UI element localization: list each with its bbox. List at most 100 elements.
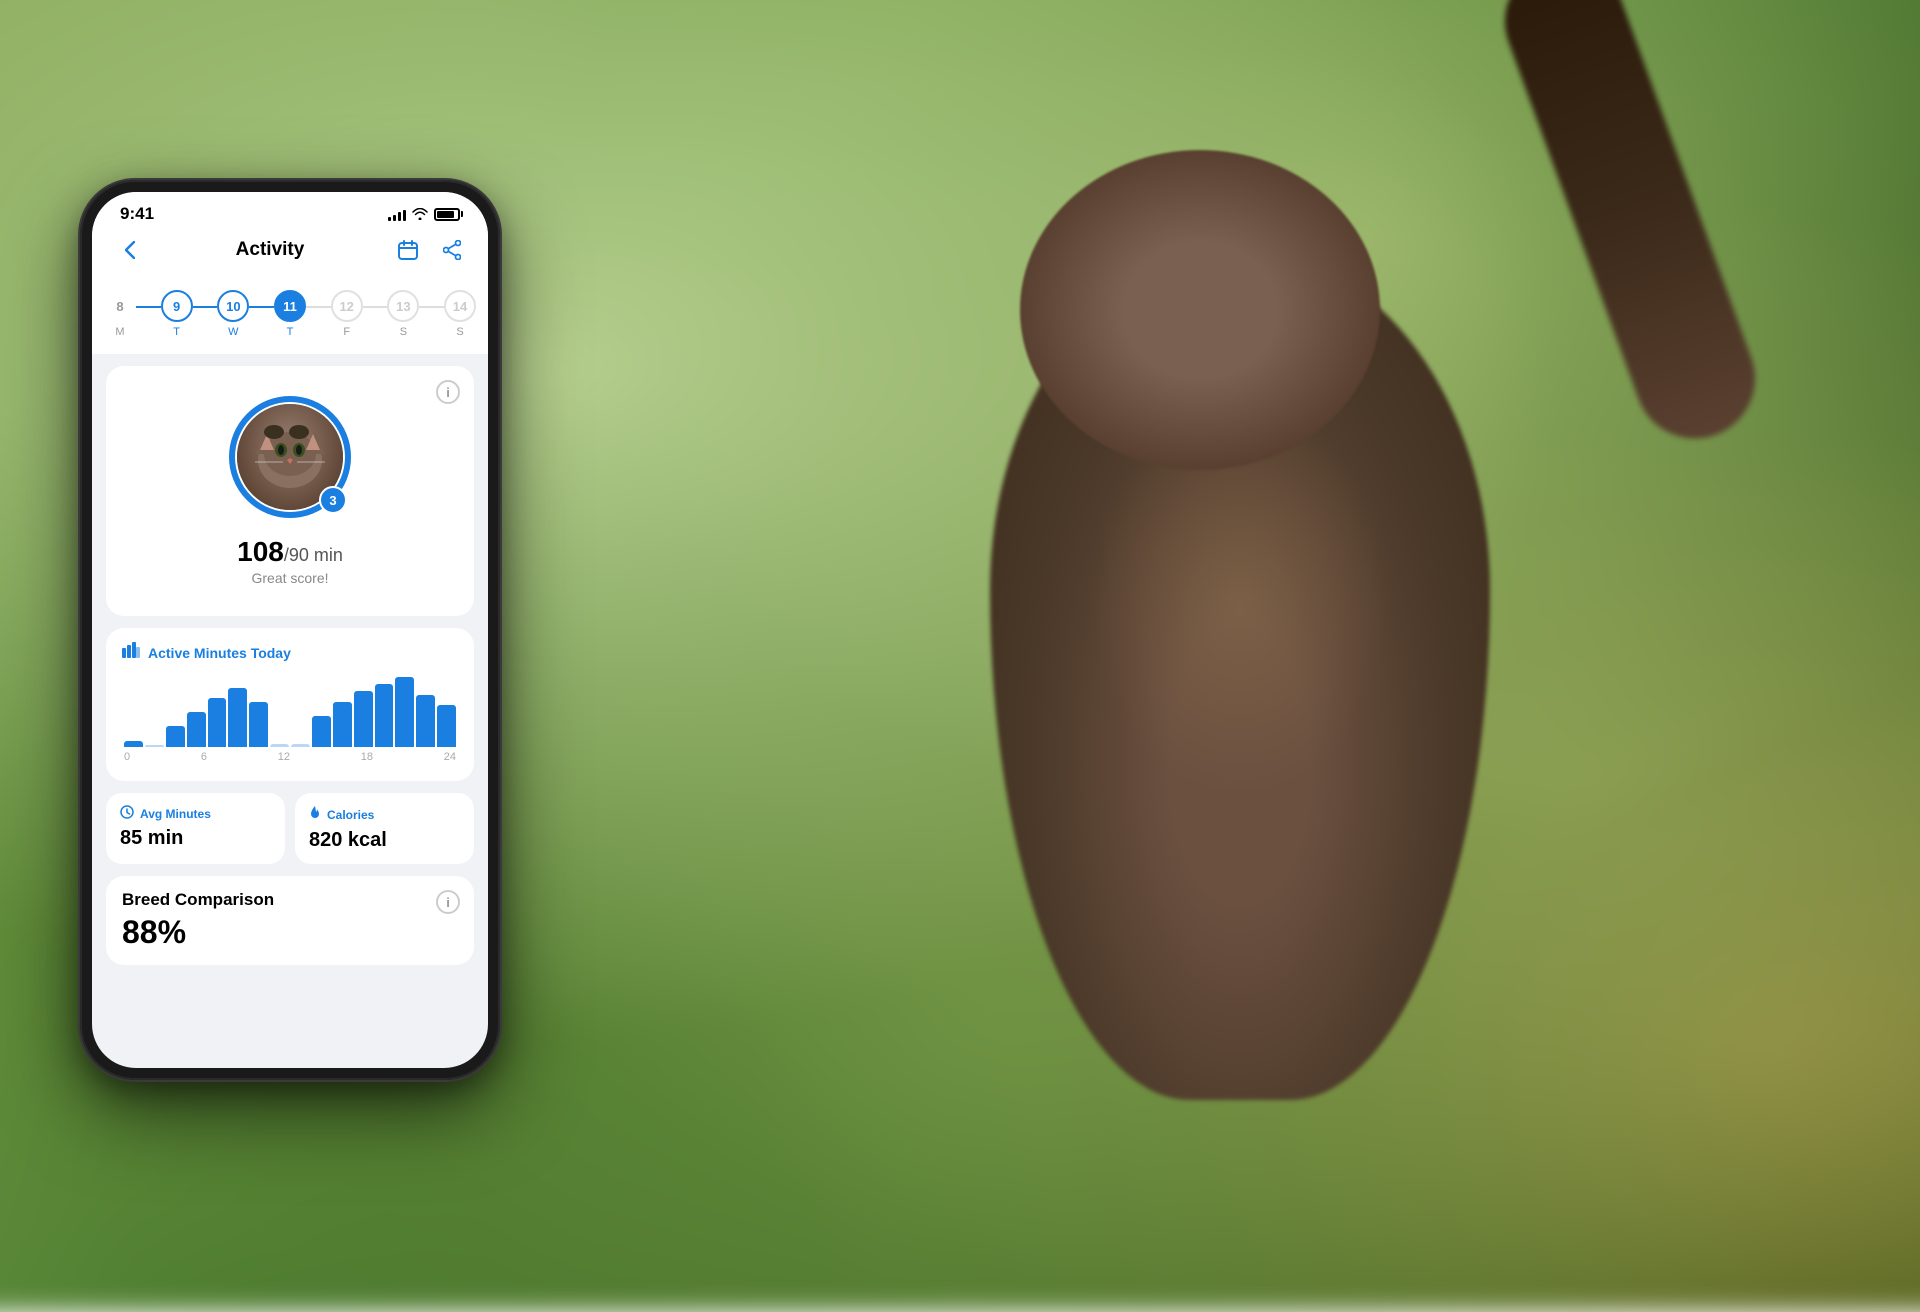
signal-bar-1 <box>388 217 391 221</box>
day-label-8: M <box>115 326 124 338</box>
content-area: i <box>92 354 488 965</box>
signal-bars-icon <box>388 207 406 221</box>
chart-label-18: 18 <box>361 751 373 763</box>
chart-label-24: 24 <box>444 751 456 763</box>
connector-2 <box>193 306 218 308</box>
bar-0 <box>124 741 143 747</box>
activity-badge: 3 <box>319 486 347 514</box>
wifi-icon <box>412 208 428 220</box>
cat-figure <box>940 150 1640 1150</box>
phone-shell: 9:41 <box>80 180 500 1080</box>
bar-6 <box>249 702 268 748</box>
connector-1 <box>136 306 161 308</box>
day-item-12[interactable]: 12 F <box>331 290 363 338</box>
chart-bar-icon <box>122 642 140 663</box>
calories-header: Calories <box>309 805 460 825</box>
chart-bars-area: 0 6 12 18 24 <box>122 677 458 767</box>
stats-row: Avg Minutes 85 min Calories <box>106 793 474 864</box>
calories-label: Calories <box>327 808 374 822</box>
bar-3 <box>187 712 206 747</box>
day-selector: 8 M 9 T 10 W <box>92 280 488 354</box>
calories-value: 820 kcal <box>309 829 460 852</box>
phone-screen: 9:41 <box>92 192 488 1068</box>
score-display: 108/90 min <box>237 536 343 568</box>
status-bar: 9:41 <box>92 192 488 224</box>
chart-label-12: 12 <box>278 751 290 763</box>
score-value: 108 <box>237 536 284 567</box>
battery-fill <box>437 211 454 218</box>
clock-icon <box>120 805 134 823</box>
avg-minutes-header: Avg Minutes <box>120 805 271 823</box>
score-target: /90 min <box>284 545 343 565</box>
signal-bar-3 <box>398 212 401 221</box>
active-minutes-chart-card: Active Minutes Today <box>106 628 474 781</box>
phone: 9:41 <box>80 180 500 1080</box>
back-button[interactable] <box>112 232 148 268</box>
connector-4 <box>306 306 331 308</box>
flame-icon <box>309 805 321 825</box>
avg-minutes-label: Avg Minutes <box>140 807 211 821</box>
share-button[interactable] <box>436 234 468 266</box>
nav-title: Activity <box>236 239 305 261</box>
day-item-9[interactable]: 9 T <box>161 290 193 338</box>
day-item-8[interactable]: 8 M <box>104 290 136 338</box>
bar-14 <box>416 695 435 748</box>
day-circle-8: 8 <box>104 290 136 322</box>
score-label: Great score! <box>251 570 328 586</box>
pet-activity-ring: 3 <box>225 392 355 522</box>
day-item-11[interactable]: 11 T <box>274 290 306 338</box>
connector-6 <box>419 306 444 308</box>
activity-score-card: i <box>106 366 474 616</box>
cat-head <box>1020 150 1380 470</box>
chart-title-row: Active Minutes Today <box>122 642 458 663</box>
day-label-10: W <box>228 326 238 338</box>
day-item-14[interactable]: 14 S <box>444 290 476 338</box>
status-time: 9:41 <box>120 204 154 224</box>
day-label-11: T <box>287 326 294 338</box>
bars-container <box>122 677 458 747</box>
chart-title-text: Active Minutes Today <box>148 645 291 661</box>
day-item-10[interactable]: 10 W <box>217 290 249 338</box>
avg-minutes-card: Avg Minutes 85 min <box>106 793 285 864</box>
breed-comparison-card: Breed Comparison 88% i <box>106 876 474 965</box>
day-label-14: S <box>456 326 463 338</box>
day-circle-10: 10 <box>217 290 249 322</box>
activity-info-button[interactable]: i <box>436 380 460 404</box>
connector-5 <box>363 306 388 308</box>
chart-label-6: 6 <box>201 751 207 763</box>
signal-bar-4 <box>403 210 406 221</box>
day-label-9: T <box>173 326 180 338</box>
day-item-13[interactable]: 13 S <box>387 290 419 338</box>
signal-bar-2 <box>393 215 396 221</box>
day-label-13: S <box>400 326 407 338</box>
day-label-12: F <box>343 326 350 338</box>
bar-7 <box>270 744 289 748</box>
chart-x-labels: 0 6 12 18 24 <box>122 751 458 763</box>
bar-11 <box>354 691 373 747</box>
bar-15 <box>437 705 456 747</box>
breed-comparison-title: Breed Comparison <box>122 890 458 910</box>
nav-bar: Activity <box>92 224 488 280</box>
nav-actions <box>392 234 468 266</box>
bar-1 <box>145 745 164 747</box>
avg-minutes-value: 85 min <box>120 827 271 850</box>
calendar-button[interactable] <box>392 234 424 266</box>
chart-label-0: 0 <box>124 751 130 763</box>
day-circle-14: 14 <box>444 290 476 322</box>
day-circle-9: 9 <box>161 290 193 322</box>
day-circle-12: 12 <box>331 290 363 322</box>
bar-9 <box>312 716 331 748</box>
battery-icon <box>434 208 460 221</box>
day-circle-13: 13 <box>387 290 419 322</box>
breed-comparison-percent: 88% <box>122 914 458 951</box>
bar-2 <box>166 726 185 747</box>
status-icons <box>388 207 460 221</box>
breed-info-button[interactable]: i <box>436 890 460 914</box>
connector-3 <box>249 306 274 308</box>
day-circle-11: 11 <box>274 290 306 322</box>
bar-5 <box>228 688 247 748</box>
bar-10 <box>333 702 352 748</box>
bar-8 <box>291 744 310 748</box>
bar-12 <box>375 684 394 747</box>
score-area: 3 108/90 min Great score! <box>122 382 458 600</box>
